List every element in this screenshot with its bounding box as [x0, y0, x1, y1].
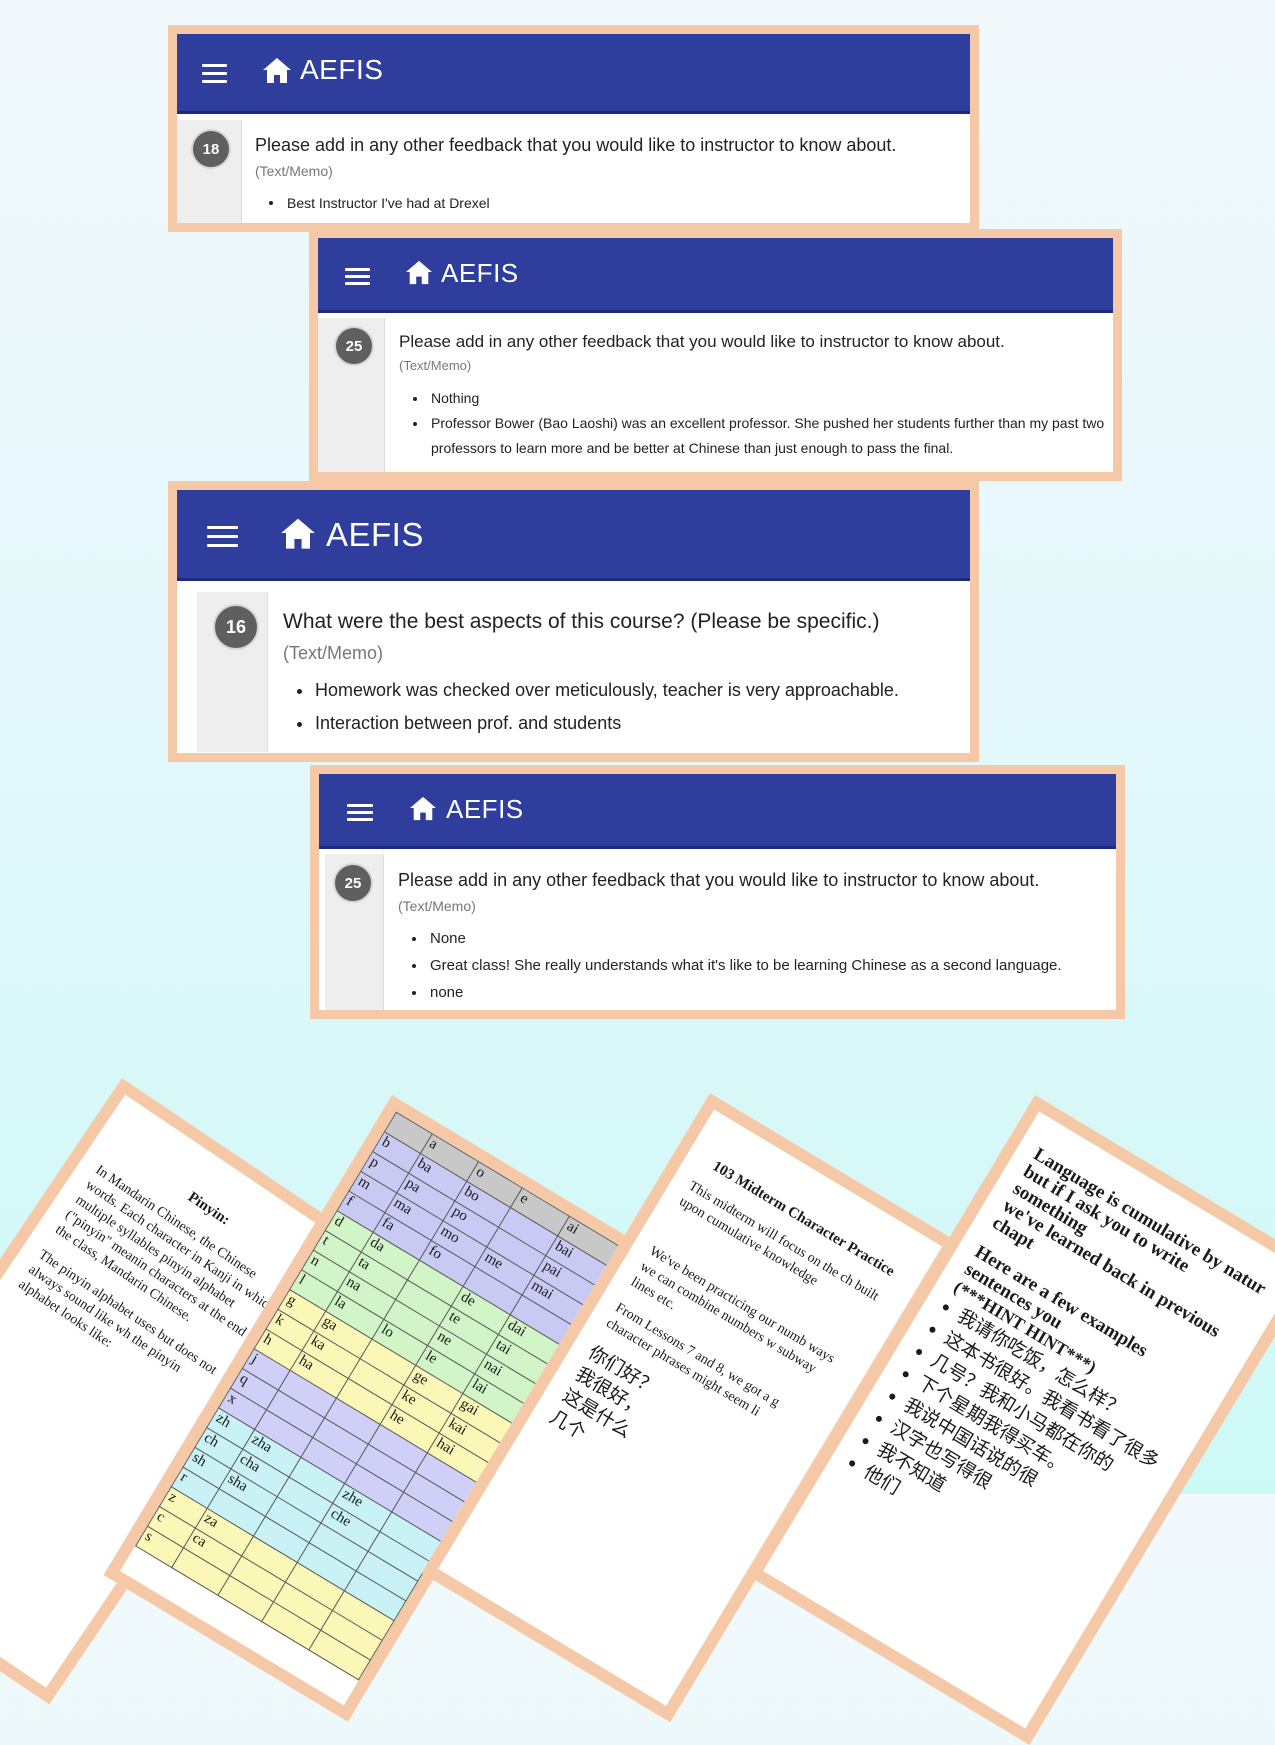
feedback-card-2: AEFIS 25 Please add in any other feedbac…	[309, 229, 1122, 481]
app-header: AEFIS	[319, 774, 1116, 849]
question-text: Please add in any other feedback that yo…	[398, 870, 1040, 890]
question-panel: 25 Please add in any other feedback that…	[325, 854, 1116, 1010]
answer-list: Nothing Professor Bower (Bao Laoshi) was…	[409, 386, 1109, 461]
question-text: What were the best aspects of this cours…	[283, 610, 880, 633]
app-title[interactable]: AEFIS	[446, 794, 524, 825]
question-text: Please add in any other feedback that yo…	[255, 135, 897, 155]
app-title[interactable]: AEFIS	[326, 516, 424, 554]
question-number-badge: 25	[333, 863, 373, 903]
answer-list: Homework was checked over meticulously, …	[293, 674, 899, 740]
answer-item: Best Instructor I've had at Drexel	[265, 193, 490, 213]
home-icon[interactable]	[409, 795, 437, 821]
question-panel: 25 Please add in any other feedback that…	[318, 318, 1113, 472]
answer-item: Interaction between prof. and students	[293, 707, 899, 740]
home-icon[interactable]	[405, 259, 433, 285]
feedback-card-1: AEFIS 18 Please add in any other feedbac…	[168, 25, 979, 232]
answer-item: Professor Bower (Bao Laoshi) was an exce…	[409, 411, 1109, 461]
question-number-badge: 16	[213, 604, 259, 650]
answer-item: None	[408, 925, 1062, 952]
home-icon[interactable]	[280, 516, 316, 550]
answer-list: Best Instructor I've had at Drexel	[265, 193, 490, 213]
app-header: AEFIS	[318, 238, 1113, 313]
app-header: AEFIS	[177, 34, 970, 114]
question-number-badge: 18	[191, 129, 231, 169]
answer-list: None Great class! She really understands…	[408, 925, 1062, 1006]
app-header: AEFIS	[177, 490, 970, 581]
hamburger-menu-icon[interactable]	[202, 64, 227, 88]
hamburger-menu-icon[interactable]	[207, 526, 238, 553]
question-panel: 18 Please add in any other feedback that…	[177, 120, 970, 223]
answer-item: Homework was checked over meticulously, …	[293, 674, 899, 707]
feedback-card-4: AEFIS 25 Please add in any other feedbac…	[310, 765, 1125, 1019]
feedback-card-3: AEFIS 16 What were the best aspects of t…	[168, 481, 979, 762]
answer-item: none	[408, 979, 1062, 1006]
question-panel: 16 What were the best aspects of this co…	[197, 592, 970, 752]
home-icon[interactable]	[262, 56, 292, 84]
question-type: (Text/Memo)	[255, 163, 333, 179]
question-text: Please add in any other feedback that yo…	[399, 332, 1005, 351]
question-type: (Text/Memo)	[398, 898, 476, 914]
hamburger-menu-icon[interactable]	[345, 268, 370, 289]
question-type: (Text/Memo)	[399, 358, 472, 373]
answer-item: Nothing	[409, 386, 1109, 411]
app-title[interactable]: AEFIS	[441, 258, 519, 289]
question-number-badge: 25	[334, 326, 374, 366]
question-type: (Text/Memo)	[283, 643, 384, 663]
hamburger-menu-icon[interactable]	[347, 804, 373, 825]
app-title[interactable]: AEFIS	[300, 54, 383, 86]
answer-item: Great class! She really understands what…	[408, 952, 1062, 979]
